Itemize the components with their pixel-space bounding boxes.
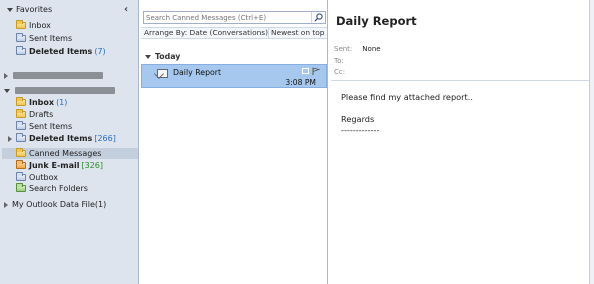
expand-arrow-icon xyxy=(8,135,12,142)
body-line: ------------- xyxy=(341,125,380,135)
sent-items-icon xyxy=(16,33,26,42)
folder-label: Deleted Items xyxy=(29,47,93,56)
sort-order-button[interactable]: Newest on top xyxy=(269,28,327,38)
message-title: Daily Report xyxy=(336,14,417,28)
folder-label: Search Folders xyxy=(29,184,88,193)
folder-deleted-items[interactable]: Deleted Items [266] xyxy=(8,133,116,144)
header-divider xyxy=(331,80,589,81)
collapse-arrow-icon xyxy=(145,54,151,59)
message-list-pane: Arrange By: Date (Conversations) Newest … xyxy=(140,0,328,284)
junk-email-icon xyxy=(16,160,26,169)
arrange-bar: Arrange By: Date (Conversations) Newest … xyxy=(141,27,327,39)
group-label: Today xyxy=(155,52,181,61)
drafts-icon xyxy=(16,109,26,118)
favorites-label: Favorites xyxy=(16,5,53,14)
folder-label: Inbox xyxy=(29,21,51,30)
deleted-items-icon xyxy=(16,46,26,55)
account-collapsed[interactable] xyxy=(4,70,103,81)
flag-icon[interactable] xyxy=(312,67,320,75)
search-input[interactable] xyxy=(144,12,311,23)
envelope-icon xyxy=(157,69,168,78)
folder-outbox[interactable]: Outbox xyxy=(16,172,58,183)
folder-canned-messages[interactable]: Canned Messages xyxy=(2,148,138,159)
search-folder-icon xyxy=(16,183,26,192)
folder-count: (7) xyxy=(94,47,106,56)
folder-label: Deleted Items xyxy=(29,134,93,143)
folder-icon xyxy=(16,148,26,157)
sent-row: Sent: None xyxy=(334,45,381,53)
folder-sent-items[interactable]: Sent Items xyxy=(16,121,72,132)
group-header-today[interactable]: Today xyxy=(145,52,180,61)
folder-drafts[interactable]: Drafts xyxy=(16,109,53,120)
redacted-account-name xyxy=(15,87,115,94)
navigation-pane: Favorites ‹ Inbox Sent Items Deleted Ite… xyxy=(0,0,139,284)
arrange-by-button[interactable]: Arrange By: Date (Conversations) xyxy=(141,28,270,38)
folder-label: Outbox xyxy=(29,173,58,182)
favorite-sent-items[interactable]: Sent Items xyxy=(16,33,72,44)
folder-count: [266] xyxy=(94,134,116,143)
to-label[interactable]: To: xyxy=(334,57,344,65)
sent-label: Sent: xyxy=(334,45,353,53)
message-item[interactable]: Daily Report 3:08 PM xyxy=(141,64,327,88)
sent-items-icon xyxy=(16,121,26,130)
favorite-inbox[interactable]: Inbox xyxy=(16,20,51,31)
folder-count: [326] xyxy=(81,161,103,170)
body-line: Regards xyxy=(341,114,375,124)
folder-label: Canned Messages xyxy=(29,149,102,158)
search-button[interactable] xyxy=(311,12,325,23)
favorites-header[interactable]: Favorites xyxy=(7,4,52,15)
account-expanded[interactable] xyxy=(4,85,115,96)
expand-arrow-icon xyxy=(4,72,8,79)
folder-label: Sent Items xyxy=(29,122,73,131)
folder-label: Drafts xyxy=(29,110,54,119)
folder-label: Junk E-mail xyxy=(29,161,80,170)
cc-row: Cc: xyxy=(334,68,345,76)
body-line: Please find my attached report.. xyxy=(341,92,473,102)
folder-label: Sent Items xyxy=(29,34,73,43)
deleted-items-icon xyxy=(16,133,26,142)
folder-junk-email[interactable]: Junk E-mail [326] xyxy=(16,160,103,171)
folder-search-folders[interactable]: Search Folders xyxy=(16,183,88,194)
collapse-pane-button[interactable]: ‹ xyxy=(124,4,128,15)
expand-arrow-icon xyxy=(7,7,13,12)
data-file-label: My Outlook Data File(1) xyxy=(12,200,107,209)
folder-icon xyxy=(16,20,26,29)
outbox-icon xyxy=(16,172,26,181)
redacted-account-name xyxy=(13,72,103,79)
message-time: 3:08 PM xyxy=(285,78,316,87)
search-icon xyxy=(314,13,323,22)
folder-label: Inbox xyxy=(29,98,55,107)
category-icon[interactable] xyxy=(302,68,309,74)
reading-pane: Daily Report Sent: None To: Cc: Please f… xyxy=(329,0,590,284)
inbox-icon xyxy=(16,97,26,106)
search-box xyxy=(143,11,326,24)
favorite-deleted-items[interactable]: Deleted Items (7) xyxy=(16,46,106,57)
message-subject: Daily Report xyxy=(173,68,222,77)
folder-count: (1) xyxy=(56,98,68,107)
sent-value: None xyxy=(362,45,381,53)
expand-arrow-icon xyxy=(4,201,8,208)
cc-label[interactable]: Cc: xyxy=(334,68,345,76)
chevron-left-icon: ‹ xyxy=(124,4,129,15)
window-edge xyxy=(590,0,594,284)
folder-inbox[interactable]: Inbox (1) xyxy=(16,97,67,108)
collapse-arrow-icon xyxy=(4,88,10,93)
to-row: To: xyxy=(334,57,344,65)
data-file-row[interactable]: My Outlook Data File(1) xyxy=(4,199,106,210)
